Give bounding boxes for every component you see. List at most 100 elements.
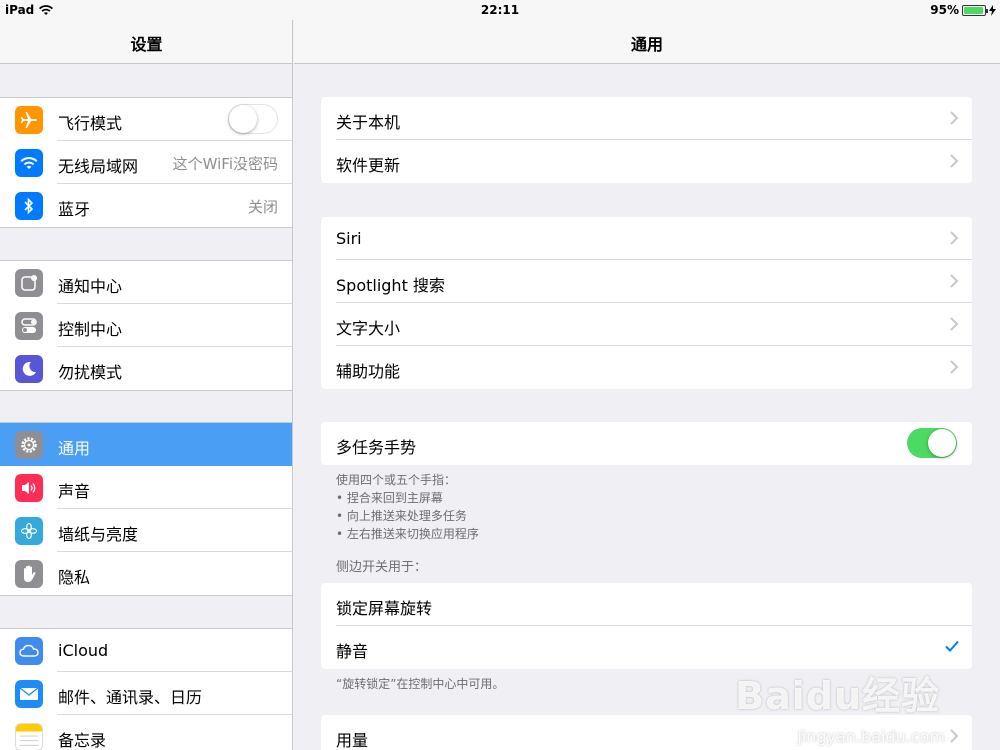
settings-sidebar: 设置 飞行模式 无线局域网 这个WiFi没密码 蓝牙 关闭 通知中心 控制中心 … [0,0,293,750]
sidebar-item-label: 邮件、通讯录、日历 [58,688,203,707]
multitasking-gestures-toggle[interactable] [907,428,957,458]
chevron-right-icon [950,360,959,374]
sidebar-item-icloud[interactable]: iCloud [0,629,292,672]
row-label: Siri [336,229,362,248]
battery-percent: 95% [930,3,959,17]
flower-icon [15,517,43,545]
chevron-right-icon [950,729,959,743]
chevron-right-icon [950,317,959,331]
sidebar-item-control-center[interactable]: 控制中心 [0,303,292,347]
sidebar-item-label: 声音 [58,482,91,501]
battery-icon [962,4,988,16]
sidebar-item-privacy[interactable]: 隐私 [0,551,292,595]
accessibility-row[interactable]: 辅助功能 [321,345,972,389]
text-size-row[interactable]: 文字大小 [321,302,972,346]
sidebar-item-do-not-disturb[interactable]: 勿扰模式 [0,346,292,390]
general-group-features: Siri Spotlight 搜索 文字大小 辅助功能 [321,217,972,389]
airplane-icon [15,106,43,134]
footer-line: • 向上推送来处理多任务 [336,509,467,523]
chevron-right-icon [950,231,959,245]
sidebar-item-label: 控制中心 [58,320,123,339]
sidebar-item-label: 无线局域网 [58,157,139,176]
hand-icon [15,560,43,588]
multitasking-gestures-row: 多任务手势 [321,422,972,465]
row-label: 锁定屏幕旋转 [336,599,433,618]
sidebar-item-label: 通知中心 [58,277,123,296]
spotlight-search-row[interactable]: Spotlight 搜索 [321,259,972,303]
sidebar-group-connectivity: 飞行模式 无线局域网 这个WiFi没密码 蓝牙 关闭 [0,97,292,228]
software-update-row[interactable]: 软件更新 [321,139,972,183]
lock-rotation-option[interactable]: 锁定屏幕旋转 [321,583,972,626]
wifi-icon [15,149,43,177]
chevron-right-icon [950,154,959,168]
row-label: Spotlight 搜索 [336,276,445,295]
control-center-icon [15,312,43,340]
sidebar-group-general: 通用 声音 墙纸与亮度 隐私 [0,422,292,596]
sidebar-item-label: iCloud [58,641,109,660]
row-label: 软件更新 [336,156,401,175]
footer-line: • 捏合来回到主屏幕 [336,491,443,505]
general-group-multitasking: 多任务手势 [321,422,972,465]
row-label: 关于本机 [336,113,401,132]
charging-bolt-icon [989,4,996,16]
baidu-watermark-url: jingyan.baidu.com [797,727,945,746]
chevron-right-icon [950,274,959,288]
about-row[interactable]: 关于本机 [321,97,972,140]
chevron-right-icon [950,111,959,125]
clock: 22:11 [480,3,520,17]
general-group-about: 关于本机 软件更新 [321,97,972,183]
footer-line: • 左右推送来切换应用程序 [336,527,479,541]
gear-icon [15,431,43,459]
side-switch-header: 侧边开关用于： [336,560,428,575]
toggle-knob [928,429,956,457]
sidebar-item-label: 勿扰模式 [58,363,123,382]
bluetooth-icon [15,192,43,220]
sidebar-item-label: 通用 [58,439,91,458]
sidebar-item-label: 蓝牙 [58,200,91,219]
sidebar-item-wifi[interactable]: 无线局域网 这个WiFi没密码 [0,140,292,184]
sidebar-item-label: 墙纸与亮度 [58,525,139,544]
toggle-knob [229,105,257,133]
row-label: 辅助功能 [336,362,401,381]
sidebar-item-sounds[interactable]: 声音 [0,466,292,509]
sidebar-item-label: 隐私 [58,568,91,587]
sidebar-item-notes[interactable]: 备忘录 [0,714,292,750]
page-title: 通用 [630,35,663,54]
sidebar-item-mail[interactable]: 邮件、通讯录、日历 [0,671,292,715]
wifi-network-value: 这个WiFi没密码 [172,155,278,173]
notes-icon [15,723,43,750]
row-label: 多任务手势 [336,438,417,457]
sidebar-item-label: 备忘录 [58,731,107,750]
row-label: 文字大小 [336,319,401,338]
side-switch-footer: “旋转锁定”在控制中心中可用。 [336,677,505,691]
general-settings-pane: 通用 关于本机 软件更新 Siri Spotlight 搜索 文字大小 辅助功能 [294,0,1000,750]
sidebar-item-label: 飞行模式 [58,114,123,133]
siri-row[interactable]: Siri [321,217,972,260]
sidebar-group-system: 通知中心 控制中心 勿扰模式 [0,260,292,391]
baidu-watermark-logo: Baidu经验 [735,674,940,718]
sidebar-group-accounts: iCloud 邮件、通讯录、日历 备忘录 [0,628,292,750]
sidebar-item-general[interactable]: 通用 [0,423,292,466]
cloud-icon [15,637,43,665]
footer-line: 使用四个或五个手指： [336,473,457,487]
status-bar: iPad 22:11 95% [0,0,1000,20]
speaker-icon [15,474,43,502]
bluetooth-value: 关闭 [247,198,278,216]
battery-fill [964,6,983,14]
sidebar-item-notification-center[interactable]: 通知中心 [0,261,292,304]
mail-icon [15,680,43,708]
sidebar-item-airplane[interactable]: 飞行模式 [0,98,292,141]
multitasking-footer: 使用四个或五个手指： • 捏合来回到主屏幕 • 向上推送来处理多任务 • 左右推… [336,471,479,543]
sidebar-item-bluetooth[interactable]: 蓝牙 关闭 [0,183,292,227]
checkmark-icon [945,640,959,652]
side-switch-options-group: 锁定屏幕旋转 静音 [321,583,972,669]
moon-icon [15,355,43,383]
row-label: 用量 [336,731,369,750]
sidebar-item-wallpaper[interactable]: 墙纸与亮度 [0,508,292,552]
sidebar-title: 设置 [130,35,163,54]
notification-center-icon [15,269,43,297]
mute-option[interactable]: 静音 [321,625,972,669]
airplane-mode-toggle[interactable] [228,104,278,134]
row-label: 静音 [336,642,369,661]
battery-status: 95% [930,3,996,17]
